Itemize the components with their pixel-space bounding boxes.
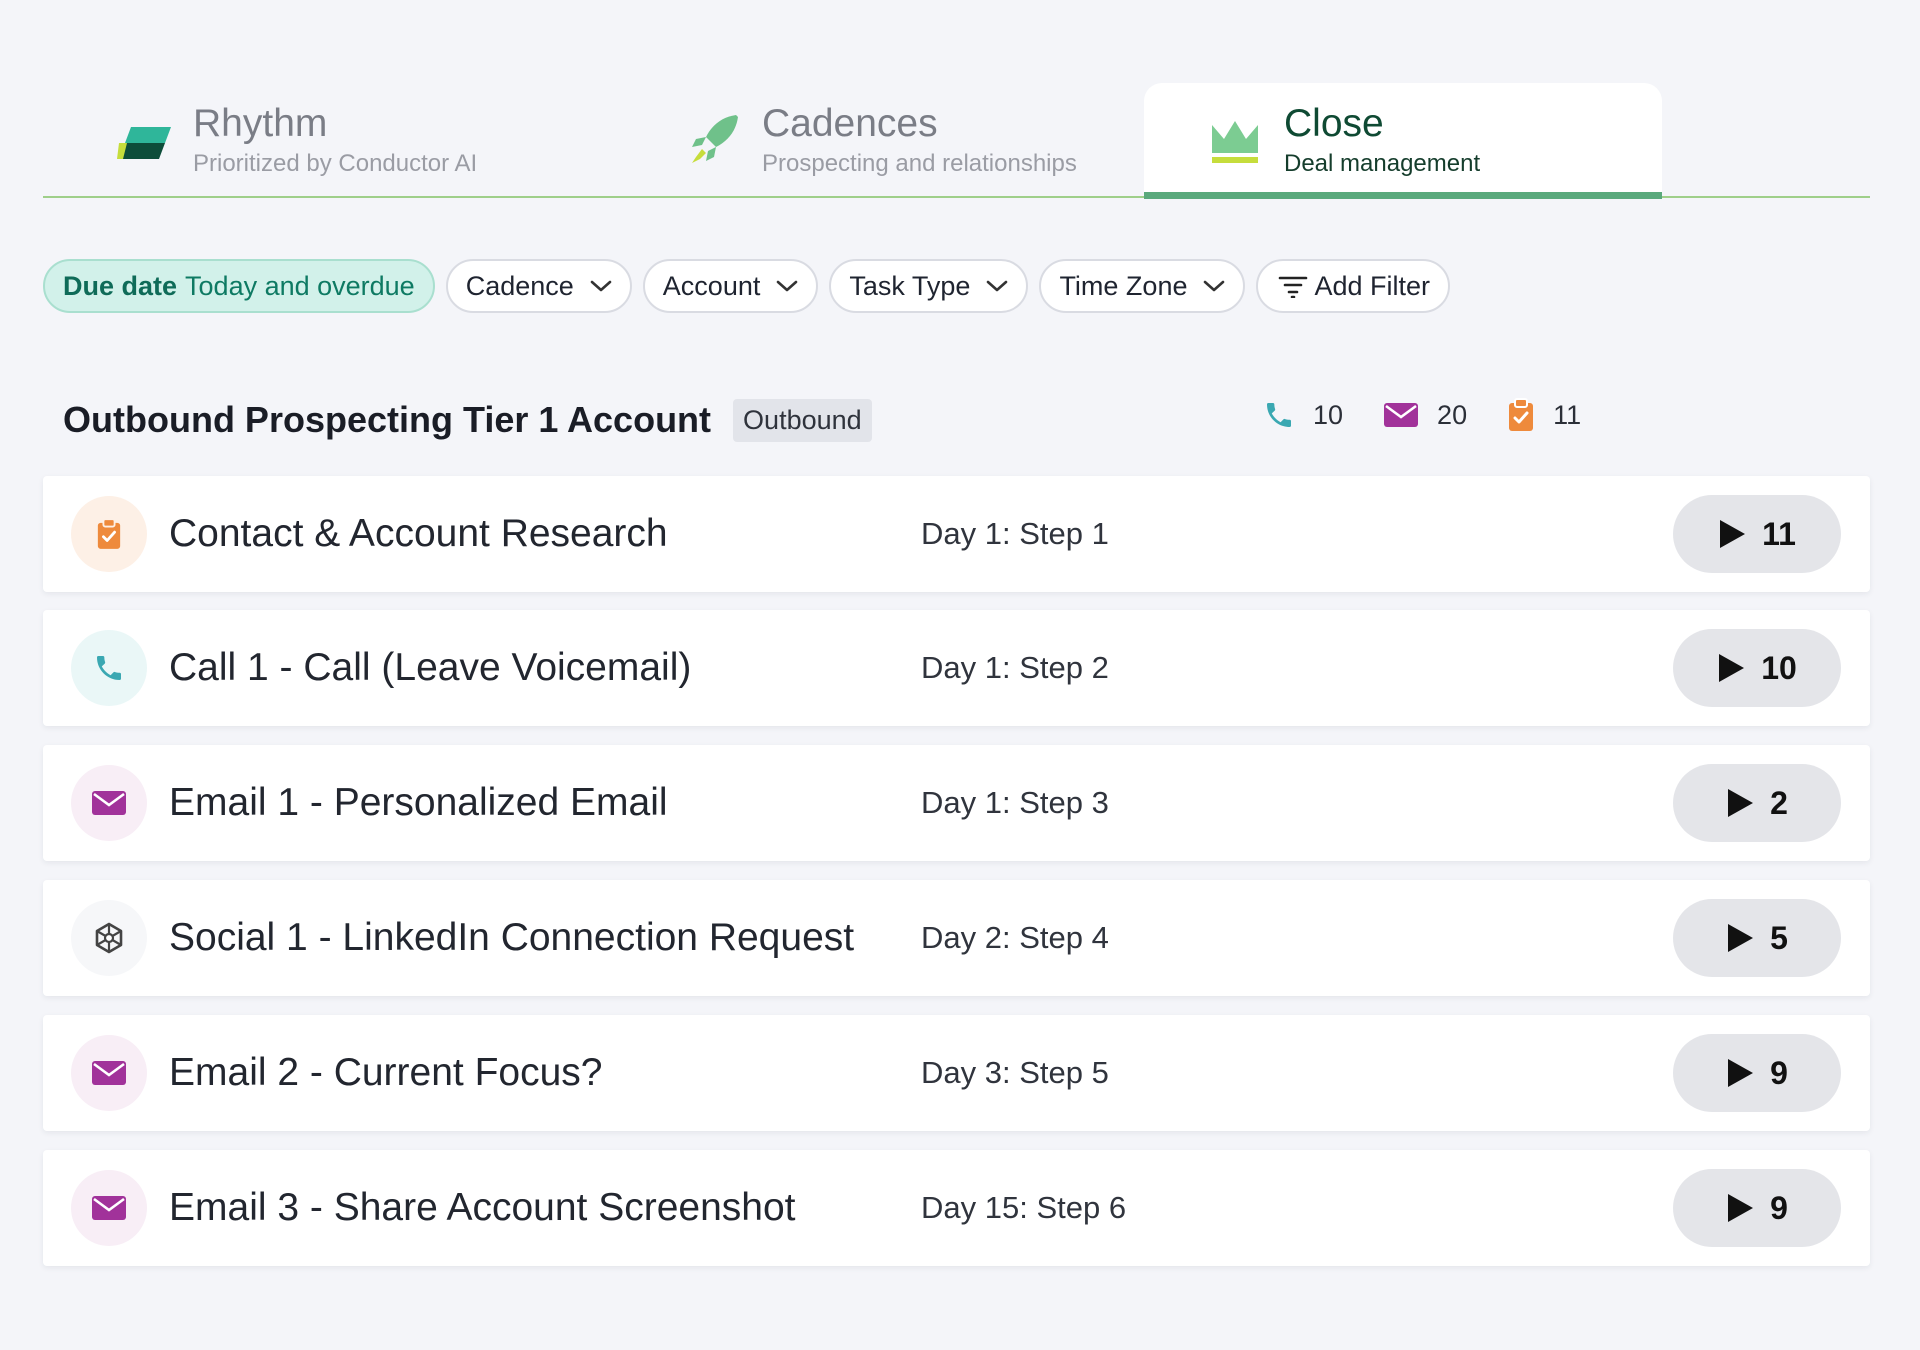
step-task-count: 5 bbox=[1770, 919, 1788, 956]
step-day: Day 15: Step 6 bbox=[921, 1190, 1127, 1225]
step-day: Day 1: Step 1 bbox=[921, 516, 1109, 551]
step-name: Email 3 - Share Account Screenshot bbox=[169, 1186, 796, 1229]
product-tabs: Rhythm Prioritized by Conductor AI Caden… bbox=[43, 83, 1870, 199]
step-task-count: 11 bbox=[1762, 515, 1796, 552]
start-step-button[interactable]: 9 bbox=[1673, 1034, 1841, 1112]
phone-icon bbox=[97, 656, 121, 680]
tab-close[interactable]: Close Deal management bbox=[1144, 83, 1662, 199]
play-icon bbox=[1720, 520, 1746, 548]
start-step-button[interactable]: 10 bbox=[1673, 629, 1841, 707]
cadence-counts: 10 20 11 bbox=[1263, 398, 1621, 432]
step-type-badge bbox=[71, 900, 147, 976]
step-name: Call 1 - Call (Leave Voicemail) bbox=[169, 646, 692, 689]
step-day: Day 2: Step 4 bbox=[921, 920, 1109, 955]
filter-label: Cadence bbox=[465, 270, 574, 301]
play-icon bbox=[1728, 789, 1754, 817]
play-icon bbox=[1728, 1059, 1754, 1087]
due-date-filter[interactable]: Due date Today and overdue bbox=[43, 259, 435, 313]
time-zone-filter[interactable]: Time Zone bbox=[1039, 259, 1246, 313]
email-count-value: 20 bbox=[1437, 399, 1468, 430]
due-date-value: Today and overdue bbox=[185, 270, 415, 301]
step-task-count: 9 bbox=[1770, 1054, 1788, 1091]
tab-subtitle: Deal management bbox=[1284, 149, 1481, 177]
call-count-value: 10 bbox=[1313, 399, 1344, 430]
crown-icon bbox=[1212, 120, 1258, 163]
tab-title: Close bbox=[1284, 101, 1384, 145]
tab-title: Rhythm bbox=[193, 101, 328, 145]
cadence-title: Outbound Prospecting Tier 1 Account bbox=[63, 399, 712, 440]
cadence-filter[interactable]: Cadence bbox=[445, 259, 632, 313]
filter-label: Add Filter bbox=[1314, 270, 1431, 301]
step-name: Email 2 - Current Focus? bbox=[169, 1051, 603, 1094]
rhythm-logo-icon bbox=[117, 126, 171, 159]
start-step-button[interactable]: 9 bbox=[1673, 1169, 1841, 1247]
account-filter[interactable]: Account bbox=[642, 259, 819, 313]
step-task-count: 2 bbox=[1770, 784, 1788, 821]
tab-subtitle: Prioritized by Conductor AI bbox=[193, 149, 478, 177]
step-task-count: 10 bbox=[1761, 649, 1797, 686]
filter-label: Time Zone bbox=[1059, 270, 1188, 301]
step-row[interactable]: Email 3 - Share Account Screenshot Day 1… bbox=[43, 1150, 1870, 1266]
step-row[interactable]: Social 1 - LinkedIn Connection Request D… bbox=[43, 880, 1870, 996]
task-type-filter[interactable]: Task Type bbox=[829, 259, 1029, 313]
task-count: 11 bbox=[1507, 398, 1581, 432]
cadence-header: Outbound Prospecting Tier 1 Account Outb… bbox=[63, 392, 1603, 448]
envelope-icon bbox=[92, 791, 126, 815]
add-filter-button[interactable]: Add Filter bbox=[1256, 259, 1451, 313]
step-row[interactable]: Call 1 - Call (Leave Voicemail) Day 1: S… bbox=[43, 610, 1870, 726]
clipboard-check-icon bbox=[1509, 398, 1534, 431]
call-count: 10 bbox=[1263, 399, 1343, 431]
play-icon bbox=[1728, 924, 1754, 952]
step-type-badge bbox=[71, 1170, 147, 1246]
step-type-badge bbox=[71, 765, 147, 841]
step-type-badge bbox=[71, 496, 147, 572]
start-step-button[interactable]: 11 bbox=[1673, 495, 1841, 573]
chevron-down-icon bbox=[1204, 280, 1225, 292]
envelope-icon bbox=[92, 1196, 126, 1220]
filter-label: Account bbox=[662, 270, 761, 301]
start-step-button[interactable]: 2 bbox=[1673, 764, 1841, 842]
envelope-icon bbox=[92, 1061, 126, 1085]
play-icon bbox=[1719, 654, 1745, 682]
email-count: 20 bbox=[1383, 400, 1467, 431]
chevron-down-icon bbox=[590, 280, 612, 292]
phone-icon bbox=[1267, 403, 1291, 427]
start-step-button[interactable]: 5 bbox=[1673, 899, 1841, 977]
clipboard-check-icon bbox=[97, 518, 121, 549]
step-name: Contact & Account Research bbox=[169, 512, 668, 555]
step-type-badge bbox=[71, 1035, 147, 1111]
step-type-badge bbox=[71, 630, 147, 706]
step-day: Day 3: Step 5 bbox=[921, 1055, 1109, 1090]
step-row[interactable]: Email 1 - Personalized Email Day 1: Step… bbox=[43, 745, 1870, 861]
filter-bar: Due date Today and overdue Cadence Accou… bbox=[43, 259, 1451, 313]
filter-label: Task Type bbox=[849, 270, 971, 301]
step-name: Social 1 - LinkedIn Connection Request bbox=[169, 916, 855, 959]
chevron-down-icon bbox=[777, 280, 798, 292]
step-name: Email 1 - Personalized Email bbox=[169, 781, 668, 824]
due-date-label: Due date bbox=[63, 270, 178, 301]
play-icon bbox=[1728, 1194, 1754, 1222]
tab-title: Cadences bbox=[762, 101, 938, 145]
cadence-type-badge: Outbound bbox=[733, 398, 872, 442]
social-network-icon bbox=[95, 922, 123, 954]
step-task-count: 9 bbox=[1770, 1189, 1788, 1226]
tab-cadences[interactable]: Cadences Prospecting and relationships bbox=[627, 83, 1167, 196]
envelope-icon bbox=[1384, 403, 1419, 427]
chevron-down-icon bbox=[987, 280, 1008, 292]
step-row[interactable]: Email 2 - Current Focus? Day 3: Step 5 9 bbox=[43, 1015, 1870, 1131]
step-day: Day 1: Step 2 bbox=[921, 650, 1109, 685]
step-day: Day 1: Step 3 bbox=[921, 785, 1109, 820]
task-count-value: 11 bbox=[1553, 399, 1582, 430]
rocket-icon bbox=[692, 114, 738, 163]
tab-subtitle: Prospecting and relationships bbox=[762, 149, 1077, 177]
step-row[interactable]: Contact & Account Research Day 1: Step 1… bbox=[43, 476, 1870, 592]
tab-rhythm[interactable]: Rhythm Prioritized by Conductor AI bbox=[43, 83, 603, 196]
filter-icon bbox=[1279, 276, 1308, 298]
